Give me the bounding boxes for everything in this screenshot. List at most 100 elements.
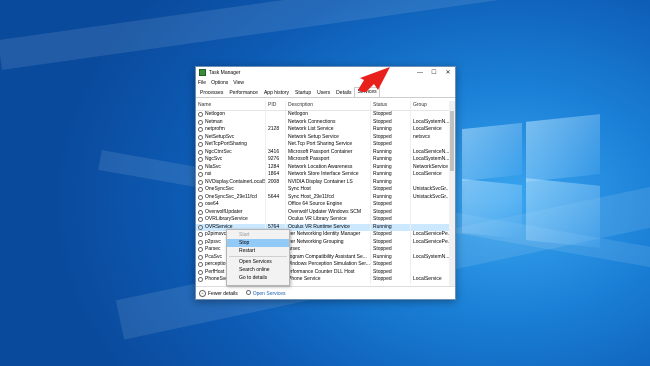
description-cell: Network Location Awareness — [286, 163, 371, 171]
tab-performance[interactable]: Performance — [226, 88, 261, 97]
service-name-text: nsi — [205, 171, 212, 177]
column-header-name[interactable]: Name — [196, 101, 266, 110]
red-arrow-shape — [358, 67, 390, 92]
tab-app-history[interactable]: App history — [261, 88, 292, 97]
group-cell: LocalSystemN... — [413, 118, 449, 125]
group-cell: LocalService — [413, 171, 442, 177]
service-gear-icon — [198, 172, 203, 178]
service-gear-icon — [198, 232, 203, 238]
service-gear-icon — [198, 149, 203, 155]
tab-users[interactable]: Users — [314, 88, 333, 97]
status-cell: Stopped — [371, 238, 411, 246]
context-restart[interactable]: Restart — [227, 247, 289, 255]
context-open-services[interactable]: Open Services — [227, 258, 289, 266]
status-cell: Stopped — [371, 118, 411, 126]
group-cell: LocalServicePe... — [413, 238, 449, 245]
group-cell: NetworkService — [413, 163, 449, 170]
table-row[interactable]: Netman Network Connections Stopped LocalSys… — [196, 118, 449, 126]
pid-cell: 1284 — [266, 163, 286, 171]
close-button[interactable]: ✕ — [441, 67, 455, 78]
tab-processes[interactable]: Processes — [197, 88, 226, 97]
status-cell: Stopped — [371, 133, 411, 141]
service-gear-icon — [198, 202, 203, 208]
group-cell: LocalSystemN... — [413, 253, 449, 260]
group-cell — [411, 111, 449, 119]
description-cell: Network Setup Service — [286, 133, 371, 141]
service-name-text: Netman — [205, 118, 223, 125]
description-cell: eer Networking Grouping — [286, 238, 371, 246]
table-row[interactable]: OverwolfUpdater Overwolf Updater Windows … — [196, 208, 449, 217]
table-row[interactable]: NetTcpPortSharing Net.Tcp Port Sharing Se… — [196, 141, 449, 149]
context-go-to-details[interactable]: Go to details — [227, 274, 289, 282]
status-cell: Stopped — [371, 111, 411, 119]
scrollbar-thumb[interactable] — [450, 111, 454, 171]
open-services-label: Open Services — [252, 290, 286, 297]
vertical-scrollbar[interactable] — [449, 101, 455, 287]
tab-bar: Processes Performance App history Startu… — [196, 87, 455, 98]
title-bar: Task Manager — ☐ ✕ — [196, 67, 455, 78]
menu-file[interactable]: File — [198, 80, 206, 86]
service-gear-icon — [198, 127, 203, 133]
tab-details[interactable]: Details — [333, 88, 354, 97]
service-name-cell: NlaSvc — [196, 163, 266, 171]
group-cell: LocalServiceN... — [413, 148, 449, 155]
service-name-text: OneSyncSvc — [205, 186, 234, 192]
table-row[interactable]: NetSetupSvc Network Setup Service Stopped n… — [196, 133, 449, 141]
service-gear-icon — [198, 119, 203, 125]
service-gear-icon — [198, 179, 203, 185]
service-name-text: NgcSvc — [205, 156, 223, 162]
service-name-text: NgcCtnrSvc — [205, 148, 232, 155]
service-gear-icon — [198, 209, 203, 215]
description-cell: eer Networking Identity Manager — [286, 231, 371, 239]
table-row[interactable]: NgcCtnrSvc 3416 Microsoft Passport Contain… — [196, 148, 449, 156]
context-start[interactable]: Start — [227, 231, 289, 239]
service-name-text: perception — [205, 261, 229, 267]
group-cell — [411, 209, 449, 217]
tab-startup[interactable]: Startup — [292, 88, 314, 97]
description-cell: Oculus VR Runtime Service — [286, 223, 371, 231]
status-cell: Running — [371, 223, 411, 231]
pid-cell — [266, 118, 286, 126]
maximize-button[interactable]: ☐ — [427, 67, 441, 78]
minimize-button[interactable]: — — [413, 67, 427, 78]
service-name-text: OverwolfUpdater — [205, 208, 243, 215]
context-stop[interactable]: Stop — [227, 239, 289, 247]
service-name-text: NetSetupSvc — [205, 133, 235, 140]
service-name-cell: nsi — [196, 171, 266, 179]
column-header-description[interactable]: Description — [286, 101, 371, 110]
fewer-details-button[interactable]: ^ Fewer details — [199, 289, 238, 297]
table-row[interactable]: OneSyncSvc_29e11fcd 5644 Sync Host_29e11fc… — [196, 193, 449, 201]
group-cell — [411, 216, 449, 224]
pid-cell: 9276 — [266, 156, 286, 164]
service-name-cell: OverwolfUpdater — [196, 208, 266, 216]
table-row[interactable]: Netlogon Netlogon Stopped — [196, 111, 449, 119]
table-row[interactable]: OneSyncSvc Sync Host Stopped UnistackSvcGr.… — [196, 186, 449, 194]
table-row[interactable]: NlaSvc 1284 Network Location Awareness Runn… — [196, 163, 449, 171]
status-cell: Running — [371, 156, 411, 164]
service-name-text: Netlogon — [205, 111, 226, 117]
table-row[interactable]: ose64 Office 64 Source Engine Stopped — [196, 201, 449, 209]
column-header-pid[interactable]: PID — [266, 101, 286, 110]
description-cell: Netlogon — [286, 111, 371, 119]
service-gear-icon — [198, 187, 203, 193]
description-cell: Net.Tcp Port Sharing Service — [286, 141, 371, 149]
service-name-text: ose64 — [205, 201, 219, 207]
context-search-online[interactable]: Search online — [227, 266, 289, 274]
table-row[interactable]: OVRLibraryService Oculus VR Library Servi… — [196, 216, 449, 224]
column-header-status[interactable]: Status — [371, 101, 411, 110]
table-row[interactable]: NVDisplay.ContainerLocalS... 2008 NVIDIA D… — [196, 178, 449, 186]
description-cell: arsec — [286, 246, 371, 254]
group-cell: UnistackSvcGr... — [413, 193, 449, 200]
table-row[interactable]: netprofm 2128 Network List Service Running L… — [196, 126, 449, 134]
description-cell: Sync Host_29e11fcd — [286, 193, 371, 201]
service-name-text: Parsec — [205, 246, 221, 252]
table-row[interactable]: NgcSvc 9276 Microsoft Passport Running Local… — [196, 156, 449, 164]
open-services-link[interactable]: Open Services — [245, 289, 286, 297]
status-cell: Stopped — [371, 268, 411, 276]
table-row[interactable]: nsi 1864 Network Store Interface Service Ru… — [196, 171, 449, 179]
menu-options[interactable]: Options — [211, 80, 228, 86]
column-header-group[interactable]: Group — [411, 101, 449, 110]
light-beam — [0, 0, 650, 70]
pid-cell — [266, 111, 286, 119]
menu-view[interactable]: View — [233, 80, 244, 86]
